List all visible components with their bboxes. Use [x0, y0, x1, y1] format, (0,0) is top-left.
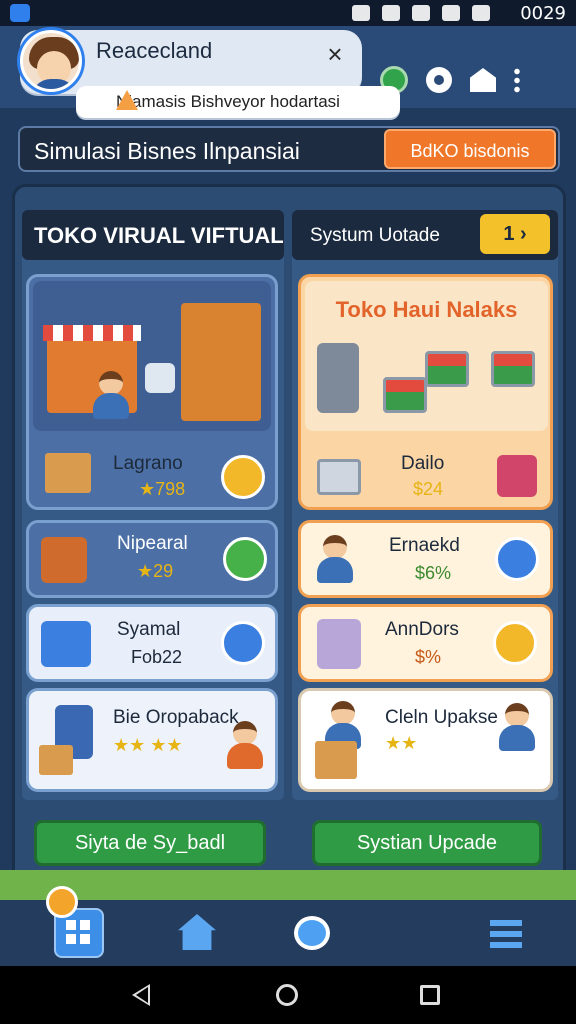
- card-name: Cleln Upakse: [385, 707, 498, 728]
- shopkeeper-icon: [91, 371, 131, 419]
- card-value: ★★ ★★: [113, 735, 183, 755]
- worker-icon: [497, 703, 537, 751]
- item-card-nipearal[interactable]: Nipearal ★29: [26, 520, 278, 598]
- right-column-header: Systum Uotade 1 ›: [292, 210, 558, 260]
- shopping-cart-icon: [491, 351, 535, 387]
- box-icon: [45, 453, 91, 493]
- page-banner: Simulasi Bisnes Ilnpansiai BdKO bisdonis: [18, 126, 560, 172]
- cart-icon: [317, 459, 361, 495]
- store-illustration: Toko Haui Nalaks: [305, 281, 548, 431]
- top-actions: [380, 66, 520, 94]
- store-illustration: [33, 281, 271, 431]
- item-card-syamal[interactable]: Syamal Fob22: [26, 604, 278, 682]
- card-value: ★★: [385, 733, 418, 753]
- card-name: Dailo: [401, 453, 445, 474]
- card-value: $24: [413, 479, 444, 499]
- grid-icon: [66, 920, 92, 946]
- card-name: Lagrano: [113, 453, 183, 474]
- lockers-icon: [41, 621, 91, 667]
- wifi-icon: [412, 5, 430, 21]
- status-bar: 0029: [0, 0, 576, 26]
- recents-icon[interactable]: [420, 985, 440, 1005]
- item-card-upakse[interactable]: Cleln Upakse ★★: [298, 688, 553, 792]
- nav-home[interactable]: [172, 908, 222, 958]
- card-name: Nipearal: [117, 533, 188, 554]
- store-card-real[interactable]: Toko Haui Nalaks Dailo $24: [298, 274, 553, 510]
- card-value: ★29: [137, 561, 174, 581]
- back-icon[interactable]: [132, 984, 150, 1006]
- mailbox-icon: [497, 455, 537, 497]
- status-time: 0029: [520, 3, 566, 24]
- home-icon[interactable]: [470, 68, 496, 92]
- notice-text: Niamasis Bishveyor hodartasi: [116, 92, 340, 111]
- left-header-title: TOKO VIRUAL VIFTUAL: [34, 223, 284, 248]
- card-name: AnnDors: [385, 619, 459, 640]
- item-card-anndors[interactable]: AnnDors $%: [298, 604, 553, 682]
- gear-icon[interactable]: [426, 67, 452, 93]
- signal-icon: [442, 5, 460, 21]
- card-name: Ernaekd: [389, 535, 460, 556]
- right-header-title: Systum Uotade: [310, 225, 440, 246]
- home-circle-icon[interactable]: [276, 984, 298, 1006]
- register-icon: [145, 363, 175, 393]
- file-box-icon: [317, 619, 361, 669]
- banner-action-button[interactable]: BdKO bisdonis: [384, 129, 556, 169]
- search-icon[interactable]: [221, 621, 265, 665]
- notification-badge: [46, 886, 78, 918]
- left-action-button[interactable]: Siyta de Sy_badl: [34, 820, 266, 866]
- nav-menu[interactable]: [484, 908, 534, 958]
- awning-icon: [43, 325, 141, 341]
- atm-icon: [317, 343, 359, 413]
- card-name: Syamal: [117, 619, 181, 640]
- menu-icon: [490, 920, 522, 948]
- card-value: $%: [415, 647, 442, 667]
- search-icon[interactable]: [495, 537, 539, 581]
- more-options-icon[interactable]: [514, 67, 520, 93]
- item-card-oropaback[interactable]: Bie Oropaback ★★ ★★: [26, 688, 278, 792]
- card-value: Fob22: [131, 647, 183, 667]
- ground-strip: [0, 870, 576, 900]
- home-icon: [178, 914, 216, 950]
- store-card-virtual[interactable]: Lagrano ★798: [26, 274, 278, 510]
- coin-button-icon[interactable]: [221, 455, 265, 499]
- nav-chat[interactable]: [288, 908, 338, 958]
- shelf-icon: [181, 303, 261, 421]
- box-icon: [39, 745, 73, 775]
- shopping-cart-icon: [425, 351, 469, 387]
- close-button[interactable]: ×: [323, 41, 347, 67]
- status-icons: [352, 4, 490, 22]
- worker-icon: [225, 721, 265, 769]
- next-button[interactable]: 1 ›: [480, 214, 550, 254]
- check-icon[interactable]: [223, 537, 267, 581]
- system-upgrade-button[interactable]: Systian Upcade: [312, 820, 542, 866]
- person-icon: [315, 535, 355, 583]
- card-value: ★798: [139, 479, 186, 499]
- card-name: Bie Oropaback: [113, 707, 239, 728]
- left-column-header: TOKO VIRUAL VIFTUAL: [22, 210, 284, 260]
- box-icon: [315, 741, 357, 779]
- vibrate-icon: [352, 5, 370, 21]
- avatar[interactable]: [20, 30, 82, 92]
- chat-icon: [294, 916, 330, 950]
- card-value: $6%: [415, 563, 452, 583]
- page-title: Simulasi Bisnes Ilnpansiai: [34, 138, 300, 164]
- accessibility-icon: [10, 4, 30, 22]
- battery-icon: [472, 5, 490, 21]
- store-sign: Toko Haui Nalaks: [335, 297, 518, 322]
- item-card-ernaekd[interactable]: Ernaekd $6%: [298, 520, 553, 598]
- mute-icon: [382, 5, 400, 21]
- shopping-cart-icon: [383, 377, 427, 413]
- edit-icon[interactable]: [493, 621, 537, 665]
- app-title: Reacecland: [96, 38, 213, 63]
- shop-shelf-icon: [41, 537, 87, 583]
